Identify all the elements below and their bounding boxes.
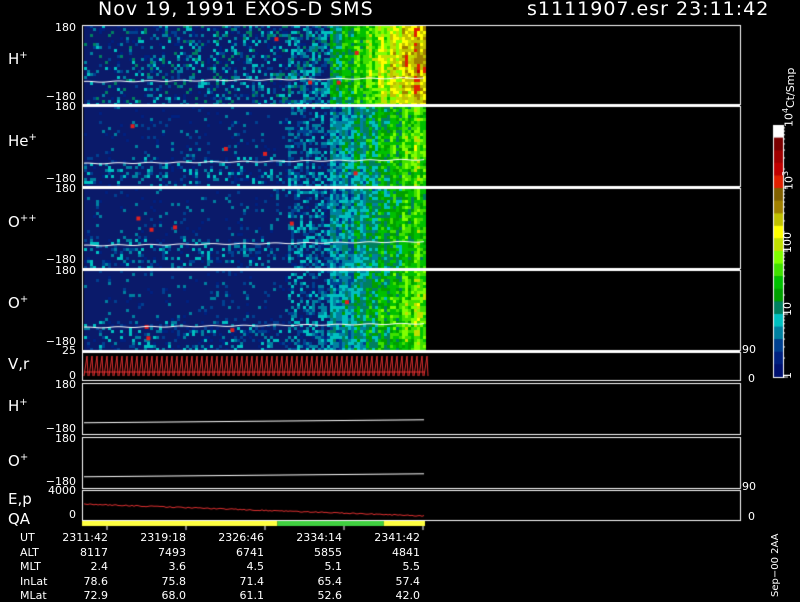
panel-label-o-plus-plus: O++ bbox=[8, 213, 37, 231]
colorbar-tick-label: 1 bbox=[781, 372, 794, 379]
spectrogram-plot-canvas bbox=[0, 0, 800, 600]
orbit-cell: 5.5 bbox=[402, 560, 421, 573]
colorbar-tick-label: 103 bbox=[781, 170, 796, 190]
orbit-cell: 2311:42 bbox=[62, 531, 108, 544]
file-timestamp: s1111907.esr 23:11:42 bbox=[527, 0, 770, 20]
orbit-cell: 3.6 bbox=[168, 560, 187, 573]
orbit-cell: 68.0 bbox=[161, 589, 187, 602]
orbit-cell: 4.5 bbox=[246, 560, 265, 573]
panel8-right-max: 90 bbox=[742, 480, 756, 493]
plot-title: Nov 19, 1991 EXOS-D SMS bbox=[98, 0, 374, 20]
orbit-cell: 2334:14 bbox=[296, 531, 342, 544]
panel5-right-max: 90 bbox=[742, 343, 756, 356]
orbit-cell: 2341:42 bbox=[374, 531, 420, 544]
colorbar-tick-label: 100 bbox=[781, 232, 794, 253]
orbit-cell: 5855 bbox=[314, 545, 342, 559]
orbit-cell: 61.1 bbox=[239, 589, 265, 602]
colorbar-tick-label: 10 bbox=[781, 302, 794, 316]
panel4-ymax: 180 bbox=[55, 264, 76, 277]
orbit-cell: 75.8 bbox=[161, 574, 187, 588]
panel-label-he-plus: He+ bbox=[8, 132, 37, 150]
orbit-cell: 42.0 bbox=[395, 589, 421, 602]
panel-label-h-plus-trace: H+ bbox=[8, 397, 28, 415]
orbit-cell: 78.6 bbox=[83, 574, 109, 588]
panel-label-o-plus-trace: O+ bbox=[8, 452, 29, 470]
orbit-cell: 2326:46 bbox=[218, 531, 264, 544]
panel-label-e-p: E,p bbox=[8, 490, 32, 508]
orbit-cell: 2.4 bbox=[90, 560, 109, 573]
orbit-cell: 5.1 bbox=[324, 560, 343, 573]
panel-label-h-plus: H+ bbox=[8, 50, 28, 68]
orbit-cell: 65.4 bbox=[317, 574, 343, 588]
orbit-cell: 8117 bbox=[80, 545, 108, 559]
orbit-cell: 72.9 bbox=[83, 589, 109, 602]
orbit-cell: 2319:18 bbox=[140, 531, 186, 544]
orbit-cell: 6741 bbox=[236, 545, 264, 559]
orbit-cell: 71.4 bbox=[239, 574, 265, 588]
panel7-ymax: 180 bbox=[55, 432, 76, 445]
orbit-cell: 4841 bbox=[392, 545, 420, 559]
panel3-ymax: 180 bbox=[55, 182, 76, 195]
colorbar-label: Ct/Smp bbox=[784, 67, 797, 108]
panel5-right-min: 0 bbox=[748, 372, 755, 385]
panel-label-qa: QA bbox=[8, 510, 31, 528]
orbit-cell: 7493 bbox=[158, 545, 186, 559]
panel5-ymax: 25 bbox=[62, 344, 76, 357]
orbit-cell: 52.6 bbox=[317, 589, 343, 602]
footer-version: Sep−00 2AA bbox=[770, 533, 781, 597]
orbit-cell: 57.4 bbox=[395, 574, 421, 588]
panel8-ymin: 0 bbox=[69, 508, 76, 521]
panel1-ymax: 180 bbox=[55, 21, 76, 34]
panel-label-v-r: V,r bbox=[8, 355, 30, 373]
panel8-ymax: 4000 bbox=[48, 484, 76, 497]
colorbar-tick-label: 104 bbox=[781, 107, 796, 127]
panel-label-o-plus: O+ bbox=[8, 294, 29, 312]
panel2-ymax: 180 bbox=[55, 100, 76, 113]
panel8-right-min: 0 bbox=[748, 510, 755, 523]
panel6-ymax: 180 bbox=[55, 378, 76, 391]
